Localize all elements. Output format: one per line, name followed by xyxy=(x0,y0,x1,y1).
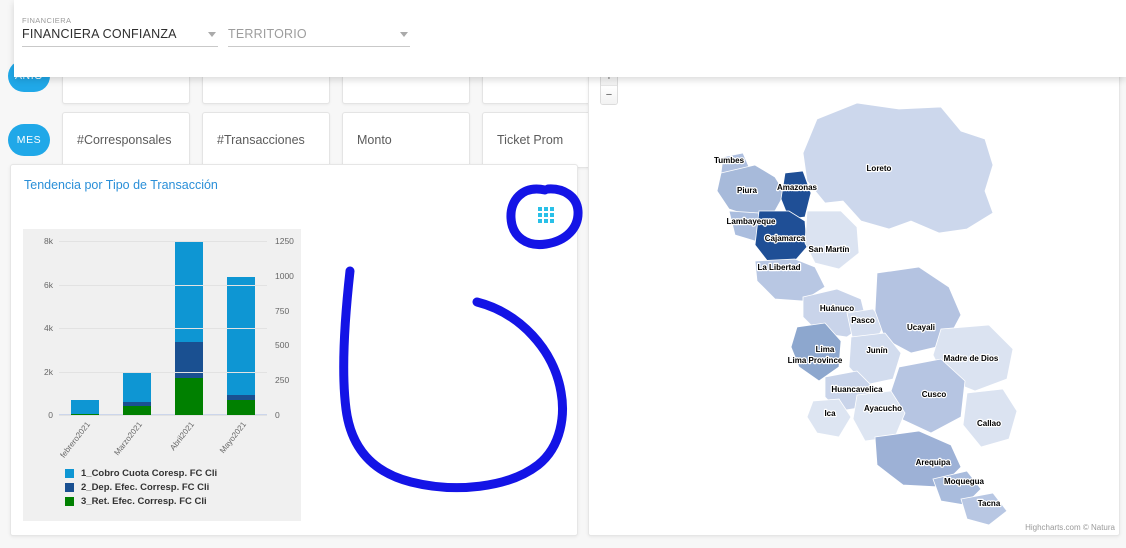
chart-ytick-left: 4k xyxy=(44,323,53,333)
map-region[interactable] xyxy=(804,210,860,270)
chart-legend: 1_Cobro Cuota Coresp. FC Cli 2_Dep. Efec.… xyxy=(65,468,217,507)
chart-bar-segment[interactable] xyxy=(175,341,203,379)
peru-choropleth-map[interactable]: Tumbes Loreto Piura Amazonas Lambayeque Cajam… xyxy=(589,61,1120,536)
map-region-label: Arequipa xyxy=(916,458,951,467)
chart-legend-label: 1_Cobro Cuota Coresp. FC Cli xyxy=(81,468,218,479)
kpi-card-corresponsales[interactable]: #Corresponsales xyxy=(62,112,190,168)
financiera-label: FINANCIERA xyxy=(22,16,72,25)
kpi-row-mes: MES #Corresponsales #Transacciones Monto… xyxy=(0,110,610,170)
map-region-label: Cajamarca xyxy=(765,234,806,243)
grid-table-icon[interactable] xyxy=(538,207,554,223)
chart-ytick-right: 0 xyxy=(275,410,280,420)
map-credit: Highcharts.com © Natura xyxy=(1025,523,1115,532)
chart-bar-segment[interactable] xyxy=(123,371,151,402)
chart-xtick: febrero2021 xyxy=(58,420,93,460)
chart-bar-stack[interactable] xyxy=(123,371,151,415)
map-card[interactable]: Tumbes Loreto Piura Amazonas Lambayeque Cajam… xyxy=(588,60,1120,536)
map-region[interactable] xyxy=(960,492,1008,526)
chart-legend-label: 2_Dep. Efec. Corresp. FC Cli xyxy=(81,482,210,493)
kpi-card-transacciones[interactable]: #Transacciones xyxy=(202,112,330,168)
chart-legend-item[interactable]: 1_Cobro Cuota Coresp. FC Cli xyxy=(65,468,217,479)
chart-legend-item[interactable]: 2_Dep. Efec. Corresp. FC Cli xyxy=(65,482,217,493)
chart-plot-area: febrero2021 Marzo2021 Abril2021 Mayo2021 0 2… xyxy=(23,229,301,521)
chart-gridline xyxy=(59,415,267,416)
map-region-label: Tumbes xyxy=(714,156,745,165)
map-zoom-out-button[interactable]: − xyxy=(601,86,617,104)
chart-ytick-right: 1000 xyxy=(275,270,294,281)
chart-card: Tendencia por Tipo de Transacción febrer… xyxy=(10,164,578,536)
map-region-label: Junín xyxy=(866,346,887,355)
map-region-label: Pasco xyxy=(851,316,875,325)
chart-gridline xyxy=(59,371,267,373)
chart-ytick-left: 6k xyxy=(44,279,53,290)
period-pill-mes[interactable]: MES xyxy=(8,124,50,156)
chart-ytick-left: 8k xyxy=(44,236,53,246)
dashboard-root: ANIO MES #Corresponsales #Transacciones … xyxy=(0,0,1126,548)
chart-bar-segment[interactable] xyxy=(123,405,151,415)
territorio-label xyxy=(228,16,410,25)
chart-legend-swatch xyxy=(65,483,74,492)
map-region-label: Huánuco xyxy=(820,304,854,313)
chart-ytick-right: 500 xyxy=(275,340,290,351)
map-region-label: Piura xyxy=(737,186,758,195)
map-region-label: Ucayali xyxy=(907,323,935,332)
map-region-label: Loreto xyxy=(867,164,892,173)
map-region-label: Cusco xyxy=(922,390,947,399)
territorio-select[interactable]: TERRITORIO xyxy=(228,16,410,47)
map-region-label: Lima xyxy=(816,345,835,354)
chart-bar-stack[interactable] xyxy=(227,276,255,415)
map-region-label: La Libertad xyxy=(757,263,800,272)
map-region-label: Ica xyxy=(824,409,836,418)
chart-bar-segment[interactable] xyxy=(175,241,203,342)
map-region-label: San Martín xyxy=(809,245,850,254)
chart-legend-swatch xyxy=(65,497,74,506)
chart-plot: febrero2021 Marzo2021 Abril2021 Mayo2021 0 2… xyxy=(44,236,294,460)
map-region-label: Huancavelica xyxy=(831,385,883,394)
chart-legend-label: 3_Ret. Efec. Corresp. FC Cli xyxy=(81,496,207,507)
chart-gridline xyxy=(59,241,267,242)
chevron-down-icon[interactable] xyxy=(400,32,408,37)
chart-xtick: Marzo2021 xyxy=(112,420,145,458)
chart-legend-item[interactable]: 3_Ret. Efec. Corresp. FC Cli xyxy=(65,496,217,507)
map-region-label: Ayacucho xyxy=(864,404,902,413)
chart-ytick-right: 250 xyxy=(275,375,290,386)
map-region-label: Madre de Dios xyxy=(944,354,999,363)
chart-xtick: Mayo2021 xyxy=(217,420,249,455)
chart-title: Tendencia por Tipo de Transacción xyxy=(24,178,218,192)
left-column: ANIO MES #Corresponsales #Transacciones … xyxy=(0,0,610,548)
chart-xtick: Abril2021 xyxy=(168,420,197,453)
filter-overlay-panel: FINANCIERA FINANCIERA CONFIANZA TERRITOR… xyxy=(14,0,1126,77)
map-region-label: Tacna xyxy=(978,499,1001,508)
chart-ytick-right: 1250 xyxy=(275,236,294,246)
map-region-label: Amazonas xyxy=(777,183,818,192)
chart-bar-segment[interactable] xyxy=(227,399,255,415)
chart-ytick-right: 750 xyxy=(275,305,290,316)
map-region-label: Moquegua xyxy=(944,477,985,486)
kpi-card-monto[interactable]: Monto xyxy=(342,112,470,168)
chart-gridline xyxy=(59,284,267,286)
territorio-value: TERRITORIO xyxy=(228,27,307,41)
map-region-label: Callao xyxy=(977,419,1001,428)
chart-ytick-left: 0 xyxy=(48,410,53,420)
chart-gridline xyxy=(59,328,267,329)
financiera-value: FINANCIERA CONFIANZA xyxy=(22,27,177,41)
map-region-label: Lambayeque xyxy=(727,217,776,226)
map-region[interactable] xyxy=(962,388,1018,448)
financiera-select[interactable]: FINANCIERA FINANCIERA CONFIANZA xyxy=(22,16,218,47)
chart-bar-segment[interactable] xyxy=(71,400,99,414)
chart-bar-segment[interactable] xyxy=(227,276,255,395)
chart-bar-stack[interactable] xyxy=(71,400,99,415)
chevron-down-icon[interactable] xyxy=(208,32,216,37)
chart-bar-segment[interactable] xyxy=(175,378,203,415)
map-region-label: Lima Province xyxy=(788,356,843,365)
chart-legend-swatch xyxy=(65,469,74,478)
chart-ytick-left: 2k xyxy=(44,366,53,377)
